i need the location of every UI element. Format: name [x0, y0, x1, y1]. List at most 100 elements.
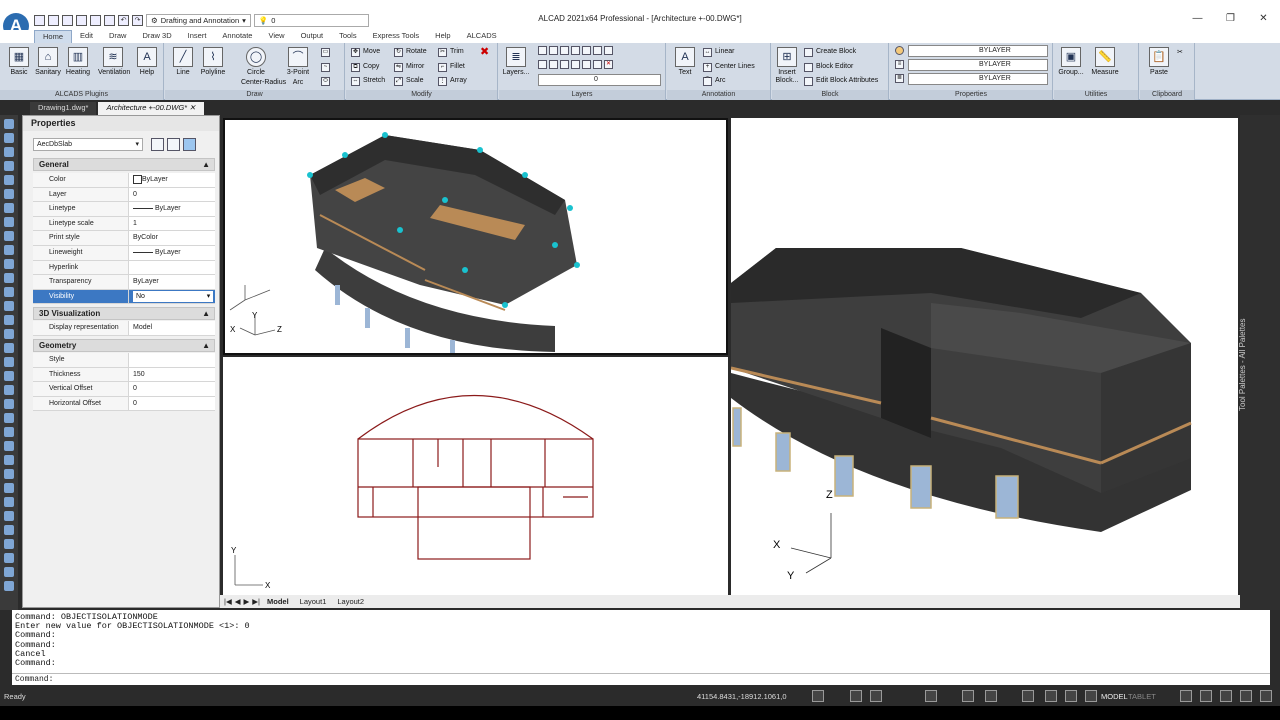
- chevron-down-icon[interactable]: ▾: [204, 290, 213, 303]
- prop-row-lineweight[interactable]: Lineweight ByLayer: [33, 246, 215, 261]
- move-button[interactable]: ✥ Move: [351, 47, 380, 57]
- file-tab-architecture[interactable]: Architecture +-00.DWG* ✕: [98, 102, 204, 115]
- layers-button[interactable]: ≣ Layers...: [501, 47, 531, 77]
- file-tab-drawing1[interactable]: Drawing1.dwg*: [30, 102, 97, 115]
- rectangle-button[interactable]: ▭: [321, 48, 330, 57]
- tool-icon[interactable]: [4, 581, 14, 591]
- tool-icon[interactable]: [4, 147, 14, 157]
- color-dropdown[interactable]: BYLAYER: [908, 45, 1048, 57]
- text-button[interactable]: A Text: [670, 47, 700, 77]
- tab-output[interactable]: Output: [293, 30, 332, 43]
- prop-row-transparency[interactable]: Transparency ByLayer: [33, 275, 215, 290]
- basic-button[interactable]: ▦ Basic: [4, 47, 34, 77]
- prop-row-thickness[interactable]: Thickness 150: [33, 367, 215, 383]
- edit-block-attributes-button[interactable]: Edit Block Attributes: [804, 76, 878, 86]
- prev-tab-icon[interactable]: ◀: [235, 597, 241, 606]
- prop-row-style[interactable]: Style: [33, 353, 215, 368]
- select-objects-icon[interactable]: [167, 138, 180, 151]
- trim-button[interactable]: ✂ Trim: [438, 47, 464, 57]
- tool-icon[interactable]: [4, 539, 14, 549]
- prop-row-linetype[interactable]: Linetype ByLayer: [33, 202, 215, 217]
- lineweight-toggle-icon[interactable]: [1022, 690, 1034, 702]
- tab-layout1[interactable]: Layout1: [296, 597, 331, 606]
- tab-draw-3d[interactable]: Draw 3D: [134, 30, 179, 43]
- visibility-select[interactable]: No: [133, 290, 204, 303]
- toggle-pickadd-icon[interactable]: [151, 138, 164, 151]
- linear-dimension-button[interactable]: ↔ Linear: [703, 47, 734, 57]
- arc-dimension-button[interactable]: ⌒ Arc: [703, 76, 726, 86]
- transparency-icon[interactable]: [1045, 690, 1057, 702]
- prop-row-display-representation[interactable]: Display representation Model: [33, 321, 215, 336]
- cut-button[interactable]: ✂: [1177, 48, 1183, 58]
- drawing-area[interactable]: X Y Z Y X Z X Y: [220, 115, 1240, 595]
- ortho-icon[interactable]: [870, 690, 882, 702]
- prop-row-hyperlink[interactable]: Hyperlink: [33, 260, 215, 276]
- model-toggle[interactable]: MODEL: [1101, 692, 1128, 701]
- otrack-icon[interactable]: [985, 690, 997, 702]
- tool-icon[interactable]: [4, 455, 14, 465]
- circle-button[interactable]: ◯ Circle Center-Radius: [241, 47, 286, 87]
- center-lines-button[interactable]: + Center Lines: [703, 62, 755, 72]
- tool-icon[interactable]: [4, 161, 14, 171]
- tab-insert[interactable]: Insert: [180, 30, 215, 43]
- measure-button[interactable]: 📏 Measure: [1090, 47, 1120, 77]
- command-input[interactable]: Command:: [12, 673, 1270, 685]
- tool-icon[interactable]: [4, 231, 14, 241]
- stretch-button[interactable]: ⇔ Stretch: [351, 76, 385, 86]
- tool-icon[interactable]: [4, 203, 14, 213]
- quick-select-icon[interactable]: [183, 138, 196, 151]
- erase-button[interactable]: ✖: [480, 47, 489, 58]
- prop-row-color[interactable]: Color ByLayer: [33, 173, 215, 188]
- tab-view[interactable]: View: [260, 30, 292, 43]
- last-tab-icon[interactable]: ▶|: [252, 597, 260, 606]
- lineweight-dropdown[interactable]: BYLAYER: [908, 73, 1048, 85]
- heating-button[interactable]: ▥ Heating: [63, 47, 93, 77]
- tool-icon[interactable]: [4, 315, 14, 325]
- prop-row-visibility[interactable]: Visibility No ▾: [33, 289, 215, 305]
- tab-home[interactable]: Home: [34, 30, 73, 43]
- sanitary-button[interactable]: ⌂ Sanitary: [33, 47, 63, 77]
- lock-icon[interactable]: [1180, 690, 1192, 702]
- rotate-button[interactable]: ↻ Rotate: [394, 47, 427, 57]
- tab-express-tools[interactable]: Express Tools: [365, 30, 428, 43]
- tool-icon[interactable]: [4, 497, 14, 507]
- create-block-button[interactable]: Create Block: [804, 47, 856, 57]
- tool-icon[interactable]: [4, 273, 14, 283]
- layer-dropdown[interactable]: 0: [538, 74, 661, 86]
- block-editor-button[interactable]: Block Editor: [804, 62, 853, 72]
- tool-icon[interactable]: [4, 217, 14, 227]
- close-icon[interactable]: ✕: [189, 103, 195, 112]
- tool-icon[interactable]: [4, 427, 14, 437]
- hardware-accel-icon[interactable]: [1200, 690, 1212, 702]
- polyline-button[interactable]: ⌇ Polyline: [198, 47, 228, 77]
- first-tab-icon[interactable]: |◀: [224, 597, 232, 606]
- linetype-icon[interactable]: ≡: [895, 60, 904, 69]
- tool-icon[interactable]: [4, 301, 14, 311]
- lineweight-icon[interactable]: ≣: [895, 74, 904, 83]
- minimize-button[interactable]: —: [1181, 12, 1214, 26]
- grid-icon[interactable]: [850, 690, 862, 702]
- tool-icon[interactable]: [4, 511, 14, 521]
- prop-row-horizontal-offset[interactable]: Horizontal Offset 0: [33, 396, 215, 412]
- viewport-3d-large[interactable]: Z X Y: [731, 118, 1238, 595]
- tool-icon[interactable]: [4, 133, 14, 143]
- group-general[interactable]: General ▲: [33, 158, 215, 171]
- linetype-dropdown[interactable]: BYLAYER: [908, 59, 1048, 71]
- tab-model[interactable]: Model: [263, 597, 293, 606]
- close-button[interactable]: ✕: [1247, 12, 1280, 26]
- tab-layout2[interactable]: Layout2: [333, 597, 368, 606]
- tablet-toggle[interactable]: TABLET: [1128, 692, 1156, 701]
- insert-block-button[interactable]: ⊞ Insert Block...: [772, 47, 802, 85]
- tool-icon[interactable]: [4, 399, 14, 409]
- tool-icon[interactable]: [4, 441, 14, 451]
- snap-icon[interactable]: [812, 690, 824, 702]
- spline-button[interactable]: ~: [321, 63, 330, 72]
- tool-icon[interactable]: [4, 245, 14, 255]
- tab-draw[interactable]: Draw: [101, 30, 135, 43]
- prop-row-print-style[interactable]: Print style ByColor: [33, 231, 215, 246]
- tool-icon[interactable]: [4, 483, 14, 493]
- paste-button[interactable]: 📋 Paste: [1144, 47, 1174, 77]
- fullscreen-icon[interactable]: [1240, 690, 1252, 702]
- viewport-plan[interactable]: Y X: [223, 357, 728, 595]
- prop-row-vertical-offset[interactable]: Vertical Offset 0: [33, 382, 215, 397]
